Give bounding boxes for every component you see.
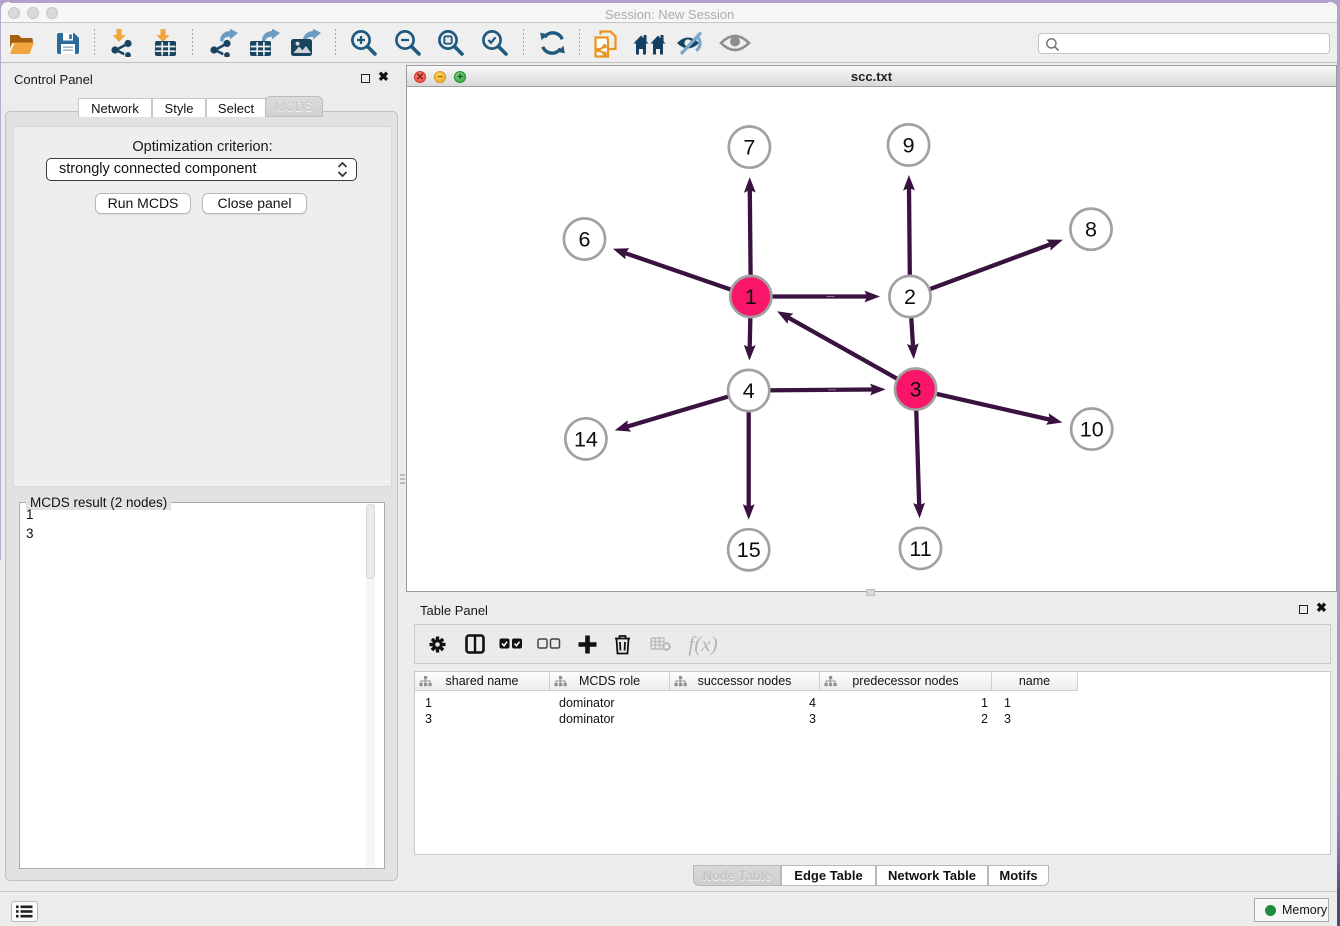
svg-text:10: 10 xyxy=(1080,418,1104,442)
svg-text:9: 9 xyxy=(903,133,915,157)
svg-text:1: 1 xyxy=(745,285,757,309)
svg-text:7: 7 xyxy=(743,136,755,160)
svg-text:8: 8 xyxy=(1085,218,1097,242)
svg-text:14: 14 xyxy=(574,427,598,451)
svg-text:2: 2 xyxy=(904,285,916,309)
svg-text:4: 4 xyxy=(743,379,755,403)
svg-text:15: 15 xyxy=(737,538,761,562)
svg-text:3: 3 xyxy=(910,378,922,402)
svg-text:11: 11 xyxy=(909,537,931,561)
svg-text:6: 6 xyxy=(579,227,591,251)
